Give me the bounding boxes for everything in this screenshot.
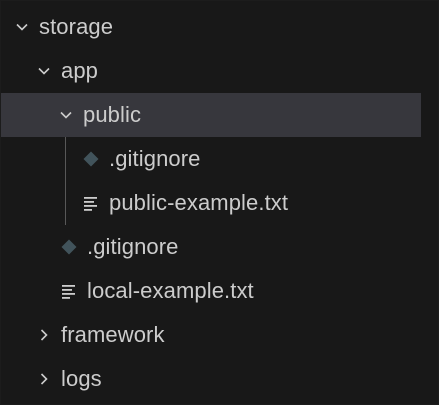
tree-item-label: public-example.txt [109, 190, 289, 215]
tree-item-local-example-txt[interactable]: local-example.txt [1, 269, 421, 313]
tree-item-label: public [83, 102, 142, 127]
indent-guide [65, 181, 66, 225]
tree-item-storage[interactable]: storage [1, 5, 421, 49]
text-file-icon [81, 192, 101, 214]
file-explorer: storage app public .gitignore public-exa… [0, 0, 439, 405]
chevron-right-icon [35, 324, 53, 346]
tree-item-label: logs [61, 366, 102, 391]
tree-item-label: .gitignore [87, 234, 179, 259]
chevron-down-icon [57, 104, 75, 126]
gitignore-icon [59, 236, 79, 258]
tree-item-public[interactable]: public [1, 93, 421, 137]
gitignore-icon [81, 148, 101, 170]
chevron-down-icon [35, 60, 53, 82]
indent-guide [65, 137, 66, 181]
tree-item-logs[interactable]: logs [1, 357, 421, 401]
chevron-down-icon [13, 16, 31, 38]
tree-item-public-example-txt[interactable]: public-example.txt [1, 181, 421, 225]
chevron-right-icon [35, 368, 53, 390]
tree-item-app-gitignore[interactable]: .gitignore [1, 225, 421, 269]
tree-item-app[interactable]: app [1, 49, 421, 93]
tree-item-label: framework [61, 322, 165, 347]
tree-item-label: storage [39, 14, 114, 39]
file-tree: storage app public .gitignore public-exa… [1, 5, 421, 401]
tree-item-label: .gitignore [109, 146, 201, 171]
tree-item-public-gitignore[interactable]: .gitignore [1, 137, 421, 181]
text-file-icon [59, 280, 79, 302]
tree-item-label: app [61, 58, 99, 83]
tree-item-framework[interactable]: framework [1, 313, 421, 357]
tree-item-label: local-example.txt [87, 278, 254, 303]
